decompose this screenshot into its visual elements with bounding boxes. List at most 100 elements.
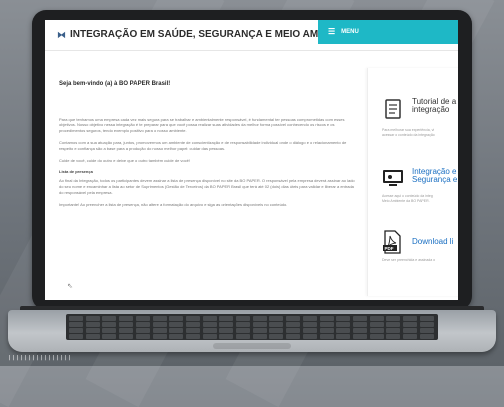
keyboard-key bbox=[302, 328, 317, 333]
keyboard-key bbox=[336, 322, 351, 327]
keyboard-key bbox=[119, 334, 134, 339]
keyboard-key bbox=[352, 328, 367, 333]
attendance-heading: Lista de presença bbox=[59, 169, 93, 175]
keyboard-key bbox=[286, 316, 301, 321]
site-title[interactable]: INTEGRAÇÃO EM SAÚDE, SEGURANÇA E MEIO AM… bbox=[57, 29, 355, 40]
keyboard-key bbox=[69, 334, 83, 339]
keyboard-key bbox=[102, 328, 117, 333]
attendance-paragraph: Importante! Ao preencher a lista de pres… bbox=[59, 201, 288, 207]
keyboard-key bbox=[69, 322, 83, 327]
keyboard-key bbox=[319, 334, 334, 339]
keyboard-key bbox=[236, 316, 250, 321]
keyboard-key bbox=[85, 334, 100, 339]
site-header: INTEGRAÇÃO EM SAÚDE, SEGURANÇA E MEIO AM… bbox=[45, 20, 458, 51]
keyboard-key bbox=[419, 322, 434, 327]
svg-text:PDF: PDF bbox=[385, 246, 394, 251]
keyboard-key bbox=[252, 316, 267, 321]
keyboard-key bbox=[202, 316, 217, 321]
keyboard-key bbox=[219, 334, 234, 339]
keyboard-key bbox=[185, 328, 200, 333]
keyboard-key bbox=[236, 334, 250, 339]
keyboard-key bbox=[286, 322, 301, 327]
keyboard-key bbox=[403, 334, 417, 339]
card-description: Deve ser preenchida e assinada o bbox=[382, 258, 436, 262]
keyboard-key bbox=[369, 328, 384, 333]
keyboard-key bbox=[169, 334, 184, 339]
keyboard-key bbox=[152, 322, 167, 327]
keyboard-key bbox=[169, 316, 184, 321]
menu-button[interactable]: ☰ MENU bbox=[318, 20, 458, 44]
laptop-base bbox=[8, 310, 496, 352]
keyboard-key bbox=[419, 334, 434, 339]
card-title[interactable]: Tutorial de a integração bbox=[412, 97, 456, 115]
keyboard-key bbox=[236, 328, 250, 333]
keyboard-key bbox=[369, 334, 384, 339]
keyboard-key bbox=[302, 322, 317, 327]
keyboard-key bbox=[152, 334, 167, 339]
keyboard-key bbox=[219, 328, 234, 333]
card-title[interactable]: Integração e Segurança e bbox=[412, 167, 457, 185]
keyboard-key bbox=[119, 322, 134, 327]
keyboard-key bbox=[202, 334, 217, 339]
keyboard-key bbox=[269, 328, 284, 333]
intro-paragraph: Contamos com a sua atuação para, juntos,… bbox=[59, 140, 347, 151]
menu-label: MENU bbox=[341, 29, 359, 35]
keyboard-key bbox=[169, 322, 184, 327]
keyboard-key bbox=[169, 328, 184, 333]
sidebar: Tutorial de a integração Para melhorar s… bbox=[367, 68, 458, 296]
mouse-cursor-icon: ⇖ bbox=[67, 283, 73, 290]
attendance-paragraph: Ao final da Integração, todos os partici… bbox=[59, 178, 355, 195]
keyboard-key bbox=[403, 322, 417, 327]
keyboard-key bbox=[252, 322, 267, 327]
keyboard-key bbox=[119, 316, 134, 321]
keyboard-key bbox=[152, 328, 167, 333]
keyboard-key bbox=[85, 322, 100, 327]
hamburger-icon: ☰ bbox=[328, 27, 336, 36]
welcome-heading: Seja bem-vindo (a) à BO PAPER Brasil! bbox=[59, 81, 171, 87]
keyboard-key bbox=[352, 334, 367, 339]
keyboard-key bbox=[352, 316, 367, 321]
leaf-logo-icon bbox=[57, 31, 66, 39]
card-title[interactable]: Download li bbox=[412, 237, 453, 246]
keyboard-key bbox=[135, 316, 150, 321]
keyboard-key bbox=[369, 322, 384, 327]
checklist-icon bbox=[385, 99, 401, 119]
intro-paragraph: Para que tenhamos uma empresa cada vez m… bbox=[59, 116, 345, 134]
keyboard-key bbox=[269, 322, 284, 327]
keyboard-key bbox=[336, 334, 351, 339]
keyboard-key bbox=[386, 328, 401, 333]
keyboard-key bbox=[85, 316, 100, 321]
keyboard-key bbox=[369, 316, 384, 321]
keyboard-key bbox=[185, 316, 200, 321]
site-title-text: INTEGRAÇÃO EM SAÚDE, SEGURANÇA E MEIO AM… bbox=[70, 29, 355, 40]
keyboard-key bbox=[319, 322, 334, 327]
card-description: Acesse aqui o conteúdo da integ Meio Amb… bbox=[382, 194, 433, 203]
pdf-icon: PDF bbox=[383, 230, 401, 254]
keyboard-key bbox=[252, 334, 267, 339]
keyboard-key bbox=[219, 316, 234, 321]
main-content: Seja bem-vindo (a) à BO PAPER Brasil! Pa… bbox=[59, 62, 359, 294]
keyboard-key bbox=[319, 328, 334, 333]
keyboard-key bbox=[386, 316, 401, 321]
laptop-screen: INTEGRAÇÃO EM SAÚDE, SEGURANÇA E MEIO AM… bbox=[45, 20, 458, 300]
keyboard-key bbox=[319, 316, 334, 321]
keyboard-key bbox=[202, 322, 217, 327]
keyboard-key bbox=[135, 334, 150, 339]
keyboard-key bbox=[135, 322, 150, 327]
keyboard-key bbox=[386, 334, 401, 339]
keyboard-key bbox=[386, 322, 401, 327]
keyboard-key bbox=[185, 334, 200, 339]
keyboard-key bbox=[185, 322, 200, 327]
touchpad bbox=[213, 343, 291, 349]
keyboard-key bbox=[336, 328, 351, 333]
keyboard-key bbox=[336, 316, 351, 321]
keyboard-key bbox=[419, 316, 434, 321]
keyboard-key bbox=[102, 334, 117, 339]
keyboard-key bbox=[69, 316, 83, 321]
keyboard-key bbox=[403, 316, 417, 321]
intro-paragraph: Cuide de você, cuide do outro e deixe qu… bbox=[59, 157, 190, 163]
keyboard-key bbox=[419, 328, 434, 333]
keyboard-key bbox=[119, 328, 134, 333]
barcode: |||||||||||||||| bbox=[8, 355, 73, 361]
keyboard-key bbox=[286, 328, 301, 333]
